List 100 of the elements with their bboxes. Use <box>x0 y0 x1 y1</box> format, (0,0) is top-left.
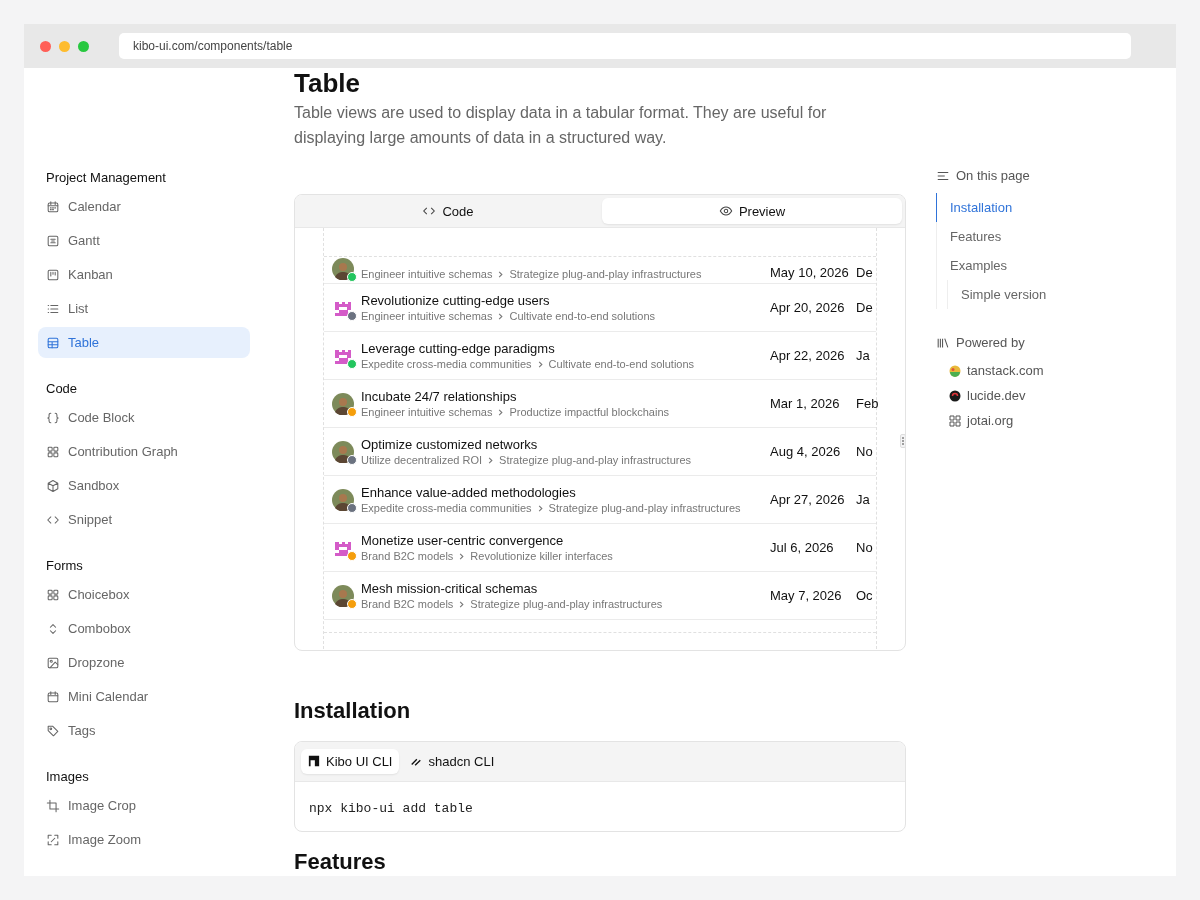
row-subtitle: Engineer intuitive schemas <box>361 310 493 322</box>
logo-icon <box>308 755 320 768</box>
crop-icon <box>46 798 60 813</box>
end-date: Ja <box>856 348 871 363</box>
eye-icon <box>718 204 733 218</box>
image-icon <box>46 655 60 670</box>
row-subtitle: Revolutionize killer interfaces <box>470 550 613 562</box>
sidebar-item[interactable]: List <box>38 293 250 324</box>
row-title: Revolutionize cutting-edge users <box>361 293 551 308</box>
toc-link[interactable]: Installation <box>936 193 1047 222</box>
row-subtitle: Cultivate end-to-end solutions <box>548 358 695 370</box>
sidebar-item[interactable]: Combobox <box>38 613 250 644</box>
start-date: Apr 22, 2026 <box>770 348 846 363</box>
sidebar-item[interactable]: Code Block <box>38 402 250 433</box>
sidebar-heading: Images <box>45 768 90 786</box>
sidebar-heading: Project Management <box>45 169 167 187</box>
row-title: Mesh mission-critical schemas <box>361 581 539 596</box>
row-subtitle: Cultivate end-to-end solutions <box>509 310 655 322</box>
row-title: Enhance value-added methodologies <box>361 485 577 500</box>
page-description: Table views are used to display data in a tabular format. They are useful for displaying large amounts of data in a structured way. <box>294 103 828 148</box>
tag-icon <box>46 723 60 738</box>
avatar <box>332 392 354 415</box>
end-date: Feb <box>856 396 876 411</box>
row-subtitle: Engineer intuitive schemas <box>361 268 493 280</box>
table-icon <box>46 335 60 350</box>
row-title: Incubate 24/7 relationships <box>361 389 518 404</box>
row-subtitle: Strategize plug-and-play infrastructures <box>509 268 702 280</box>
chevron-icon <box>457 551 467 561</box>
address-bar[interactable]: kibo-ui.com/components/table <box>119 33 1131 59</box>
sidebar-item[interactable]: Sandbox <box>38 470 250 501</box>
avatar <box>332 440 354 463</box>
drag-handle-icon[interactable] <box>900 434 905 448</box>
sidebar-item[interactable]: Table <box>38 327 250 358</box>
section-heading: Installation <box>294 696 412 725</box>
kanban-icon <box>46 267 60 282</box>
logo-icon <box>949 364 961 377</box>
cli-tab[interactable]: shadcn CLI <box>403 748 502 774</box>
start-date: Apr 27, 2026 <box>770 492 846 507</box>
toc-heading: On this page <box>956 168 1030 183</box>
end-date: No <box>856 444 874 459</box>
row-title: Leverage cutting-edge paradigms <box>361 341 556 356</box>
row-subtitle: Expedite cross-media communities <box>361 358 532 370</box>
end-date: De <box>856 265 874 280</box>
row-subtitle: Strategize plug-and-play infrastructures <box>499 454 692 466</box>
toc-link[interactable]: Simple version <box>947 280 1047 309</box>
row-subtitle: Utilize decentralized ROI <box>361 454 483 466</box>
code-text: npx kibo-ui add table <box>309 800 473 816</box>
link[interactable]: lucide.dev <box>967 388 1026 403</box>
chevron-icon <box>457 599 467 609</box>
toc-link[interactable]: Features <box>936 222 1047 251</box>
start-date: Jul 6, 2026 <box>770 540 835 555</box>
sidebar-heading: Forms <box>45 557 84 575</box>
sidebar-item[interactable]: Tags <box>38 715 250 746</box>
grid-icon <box>46 444 60 459</box>
row-title: Monetize user-centric convergence <box>361 533 565 548</box>
toc-link[interactable]: Examples <box>936 251 1047 280</box>
sidebar-item[interactable]: Choicebox <box>38 579 250 610</box>
sidebar-item[interactable]: Calendar <box>38 191 250 222</box>
calendar-icon <box>46 689 60 704</box>
end-date: No <box>856 540 874 555</box>
sidebar-item[interactable]: Kanban <box>38 259 250 290</box>
end-date: De <box>856 300 874 315</box>
row-subtitle: Expedite cross-media communities <box>361 502 532 514</box>
section-heading: Features <box>294 848 387 876</box>
logo-icon <box>949 389 961 402</box>
chevron-icon <box>496 407 506 417</box>
view-tab[interactable]: Preview <box>602 198 902 224</box>
chevron-icon <box>496 269 506 279</box>
page-title: Table <box>294 68 361 98</box>
close-window-button[interactable] <box>40 40 51 52</box>
start-date: Apr 20, 2026 <box>770 300 846 315</box>
sidebar-item[interactable]: Image Crop <box>38 790 250 821</box>
avatar <box>332 488 354 511</box>
row-subtitle: Strategize plug-and-play infrastructures <box>548 502 741 514</box>
cube-icon <box>46 478 60 493</box>
chevron-icon <box>496 311 506 321</box>
row-subtitle: Brand B2C models <box>361 598 454 610</box>
avatar <box>332 584 354 607</box>
calendar-icon <box>46 199 60 214</box>
maximize-window-button[interactable] <box>78 40 89 52</box>
grid-icon <box>46 587 60 602</box>
view-tab[interactable]: Code <box>298 198 598 224</box>
zoom-icon <box>46 832 60 847</box>
row-title: Optimize customized networks <box>361 437 539 452</box>
cli-tab[interactable]: Kibo UI CLI <box>301 748 400 774</box>
sidebar-item[interactable]: Snippet <box>38 504 250 535</box>
sidebar-item[interactable]: Image Zoom <box>38 824 250 855</box>
start-date: Mar 1, 2026 <box>770 396 841 411</box>
link[interactable]: jotai.org <box>967 413 1014 428</box>
sidebar-item[interactable]: Contribution Graph <box>38 436 250 467</box>
minimize-window-button[interactable] <box>59 40 70 52</box>
link[interactable]: tanstack.com <box>967 363 1044 378</box>
sidebar-item[interactable]: Mini Calendar <box>38 681 250 712</box>
start-date: May 7, 2026 <box>770 588 843 603</box>
end-date: Ja <box>856 492 871 507</box>
row-subtitle: Engineer intuitive schemas <box>361 406 493 418</box>
sidebar-item[interactable]: Gantt <box>38 225 250 256</box>
row-subtitle: Strategize plug-and-play infrastructures <box>470 598 663 610</box>
sidebar-item[interactable]: Dropzone <box>38 647 250 678</box>
powered-by-heading: Powered by <box>956 335 1025 350</box>
